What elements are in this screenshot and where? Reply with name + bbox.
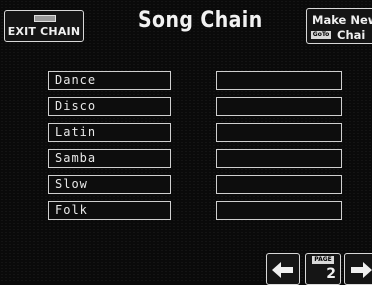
arrow-right-icon bbox=[351, 262, 372, 278]
make-new-label: Make New bbox=[312, 13, 372, 27]
goto-badge: GoTo bbox=[311, 31, 331, 39]
arrow-left-icon bbox=[272, 262, 293, 278]
previous-page-button[interactable] bbox=[266, 253, 300, 285]
chain-slot-right[interactable] bbox=[216, 201, 342, 220]
page-label: PAGE bbox=[312, 256, 334, 264]
chain-slot-left[interactable]: Latin bbox=[48, 123, 171, 142]
page-number: 2 bbox=[326, 266, 336, 282]
chain-slot-left[interactable]: Folk bbox=[48, 201, 171, 220]
chain-slot-right[interactable] bbox=[216, 71, 342, 90]
slot-label: Folk bbox=[55, 203, 88, 217]
page-title: Song Chain bbox=[138, 8, 263, 33]
next-page-button[interactable] bbox=[344, 253, 372, 285]
slot-label: Slow bbox=[55, 177, 88, 191]
chain-slot-right[interactable] bbox=[216, 123, 342, 142]
chain-slot-left[interactable]: Samba bbox=[48, 149, 171, 168]
page-indicator: PAGE 2 bbox=[305, 253, 341, 285]
slot-label: Disco bbox=[55, 99, 97, 113]
chain-slot-right[interactable] bbox=[216, 97, 342, 116]
exit-chain-label: EXIT CHAIN bbox=[7, 25, 81, 38]
slot-label: Latin bbox=[55, 125, 97, 139]
chain-slot-left[interactable]: Disco bbox=[48, 97, 171, 116]
chain-slot-left[interactable]: Dance bbox=[48, 71, 171, 90]
chain-slot-left[interactable]: Slow bbox=[48, 175, 171, 194]
slot-label: Dance bbox=[55, 73, 97, 87]
exit-chain-button[interactable]: EXIT CHAIN bbox=[4, 10, 84, 42]
make-new-label-2: Chai bbox=[337, 28, 366, 42]
button-grip-icon bbox=[34, 15, 56, 22]
make-new-chain-button[interactable]: Make New GoTo Chai bbox=[306, 8, 372, 44]
chain-slot-right[interactable] bbox=[216, 175, 342, 194]
song-chain-screen: EXIT CHAIN Song Chain Make New GoTo Chai… bbox=[0, 0, 372, 285]
slot-label: Samba bbox=[55, 151, 97, 165]
chain-slot-right[interactable] bbox=[216, 149, 342, 168]
